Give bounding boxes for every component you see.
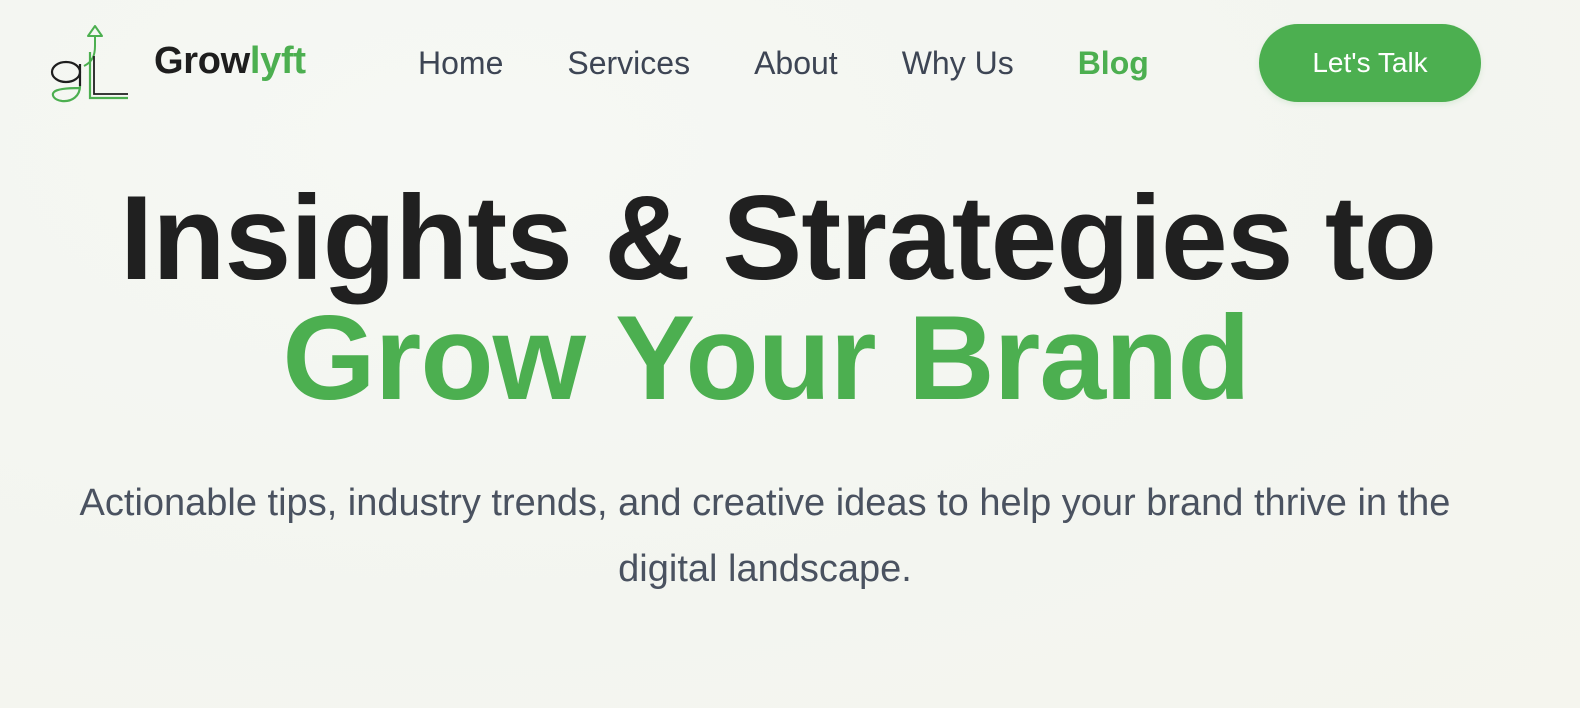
brand-name-part1: Grow <box>154 40 250 82</box>
growth-arrow-logo-icon <box>50 25 128 103</box>
nav-item-why-us[interactable]: Why Us <box>902 40 1014 86</box>
hero-subtitle: Actionable tips, industry trends, and cr… <box>79 482 1451 590</box>
site-header: Growlyft Home Services About Why Us Blog… <box>0 0 1580 128</box>
hero-title-line2: Grow Your Brand <box>282 291 1250 425</box>
main-nav: Home Services About Why Us Blog <box>418 40 1149 86</box>
nav-item-about[interactable]: About <box>754 40 838 86</box>
hero-title-line1: Insights & Strategies to <box>119 171 1437 305</box>
lets-talk-button[interactable]: Let's Talk <box>1259 24 1481 102</box>
logo-link[interactable]: Growlyft <box>46 22 306 106</box>
brand-name-part2: lyft <box>249 40 306 82</box>
nav-item-blog[interactable]: Blog <box>1078 40 1149 86</box>
nav-item-services[interactable]: Services <box>567 40 690 86</box>
nav-item-home[interactable]: Home <box>418 40 503 86</box>
brand-name: Growlyft <box>154 42 306 80</box>
hero-title: Insights & Strategies to Grow Your Brand <box>0 178 1580 418</box>
blog-page: Growlyft Home Services About Why Us Blog… <box>0 0 1580 708</box>
